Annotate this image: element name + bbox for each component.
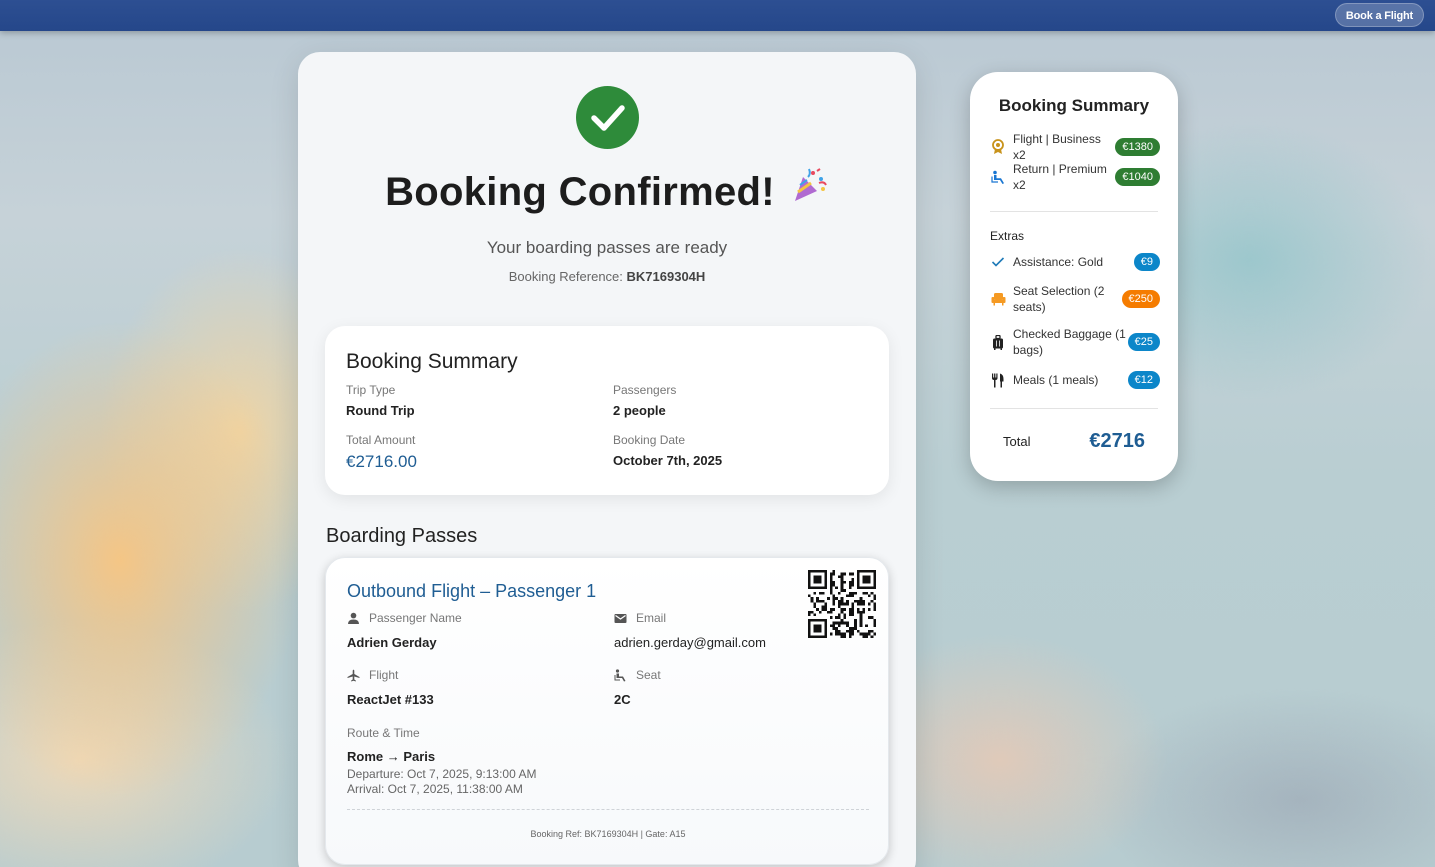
boarding-pass-card: Outbound Flight – Passenger 1 Passenger … (325, 557, 889, 865)
passengers-field: Passengers 2 people (613, 383, 676, 418)
total-label: Total (1003, 434, 1031, 449)
extra-seat-selection-price: €250 (1121, 290, 1160, 308)
confirmation-title-row: Booking Confirmed! (298, 168, 916, 215)
side-booking-summary: Booking Summary Flight | Business x2 €13… (970, 72, 1178, 481)
departure-time: Departure: Oct 7, 2025, 9:13:00 AM (347, 767, 537, 781)
summary-divider (990, 211, 1158, 212)
extra-meals-price: €12 (1127, 371, 1160, 389)
passenger-name-field: Passenger Name Adrien Gerday (347, 611, 462, 650)
check-icon (990, 254, 1006, 270)
confirmation-card: Booking Confirmed! Your boarding passes … (298, 52, 916, 867)
booking-reference-value: BK7169304H (626, 269, 706, 284)
seat-field: Seat 2C (614, 668, 661, 707)
award-icon (990, 139, 1006, 155)
confirmation-subtitle: Your boarding passes are ready (486, 238, 728, 257)
summary-outbound-price: €1380 (1115, 138, 1160, 156)
total-amount-value: €2716.00 (346, 452, 417, 471)
trip-type-field: Trip Type Round Trip (346, 383, 415, 418)
extra-meals: Meals (1 meals) €12 (990, 371, 1160, 389)
passenger-name-label: Passenger Name (369, 611, 462, 625)
booking-date-value: October 7th, 2025 (613, 453, 723, 468)
booking-date-label: Booking Date (613, 433, 686, 447)
email-icon (614, 612, 627, 625)
armchair-icon (990, 291, 1006, 307)
extra-assistance-price: €9 (1133, 253, 1160, 271)
top-navbar: Book a Flight (0, 0, 1435, 31)
seat-value: 2C (614, 692, 631, 707)
total-divider (990, 408, 1158, 409)
qr-code (808, 570, 876, 638)
extra-meals-text: Meals (1 meals) (1013, 373, 1099, 387)
seat-label: Seat (636, 668, 661, 682)
page-title: Booking Confirmed! (385, 170, 775, 214)
boarding-pass-title: Outbound Flight – Passenger 1 (347, 581, 597, 601)
extra-assistance-text: Assistance: Gold (1013, 255, 1104, 269)
arrival-time: Arrival: Oct 7, 2025, 11:38:00 AM (347, 782, 523, 796)
email-label: Email (636, 611, 667, 625)
extras-label: Extras (990, 229, 1025, 243)
boarding-pass-footer: Booking Ref: BK7169304H | Gate: A15 (530, 829, 686, 839)
flight-field: Flight ReactJet #133 (347, 668, 434, 707)
total-value: €2716 (1089, 430, 1145, 452)
summary-outbound-text: Flight | Business x2 (1013, 132, 1101, 162)
route-time-field: Route & Time Rome → Paris Departure: Oct… (347, 726, 536, 797)
summary-outbound-flight: Flight | Business x2 €1380 (990, 131, 1160, 163)
extra-seat-selection-text: Seat Selection (2 seats) (1013, 284, 1105, 314)
summary-return-flight: Return | Premium x2 €1040 (990, 161, 1160, 193)
email-value: adrien.gerday@gmail.com (614, 635, 766, 650)
side-summary-title: Booking Summary (998, 96, 1150, 115)
boarding-passes-heading: Boarding Passes (326, 525, 478, 547)
extra-assistance: Assistance: Gold €9 (990, 253, 1160, 271)
party-popper-icon (789, 165, 829, 215)
passengers-label: Passengers (613, 383, 677, 397)
route-time-label: Route & Time (347, 726, 420, 740)
extra-baggage-price: €25 (1127, 333, 1160, 351)
person-icon (347, 612, 360, 625)
trip-type-label: Trip Type (346, 383, 396, 397)
booking-date-field: Booking Date October 7th, 2025 (613, 433, 722, 468)
passenger-name-value: Adrien Gerday (347, 635, 437, 650)
trip-type-value: Round Trip (346, 403, 415, 418)
seat-recline-icon (990, 169, 1006, 185)
email-field: Email adrien.gerday@gmail.com (614, 611, 766, 650)
extra-seat-selection: Seat Selection (2 seats) €250 (990, 283, 1160, 315)
flight-value: ReactJet #133 (347, 692, 434, 707)
luggage-icon (990, 334, 1006, 350)
booking-summary-panel: Booking Summary Trip Type Round Trip Pas… (325, 326, 889, 495)
utensils-icon (990, 372, 1006, 388)
flight-label: Flight (369, 668, 399, 682)
summary-total-row: Total €2716 (1003, 430, 1145, 453)
summary-return-price: €1040 (1115, 168, 1160, 186)
passengers-value: 2 people (613, 403, 666, 418)
seat-icon (614, 668, 627, 682)
book-a-flight-button[interactable]: Book a Flight (1334, 3, 1424, 27)
summary-return-text: Return | Premium x2 (1013, 162, 1107, 192)
route-value: Rome → Paris (347, 749, 436, 764)
booking-reference: Booking Reference: BK7169304H (298, 269, 916, 284)
extra-baggage: Checked Baggage (1 bags) €25 (990, 326, 1160, 358)
pass-divider (347, 809, 869, 810)
success-check-icon (576, 86, 639, 149)
airplane-icon (347, 669, 360, 682)
extra-baggage-text: Checked Baggage (1 bags) (1013, 327, 1126, 357)
booking-reference-label: Booking Reference: (508, 269, 623, 284)
booking-summary-title: Booking Summary (346, 350, 518, 373)
total-amount-label: Total Amount (346, 433, 416, 447)
total-amount-field: Total Amount €2716.00 (346, 433, 417, 472)
